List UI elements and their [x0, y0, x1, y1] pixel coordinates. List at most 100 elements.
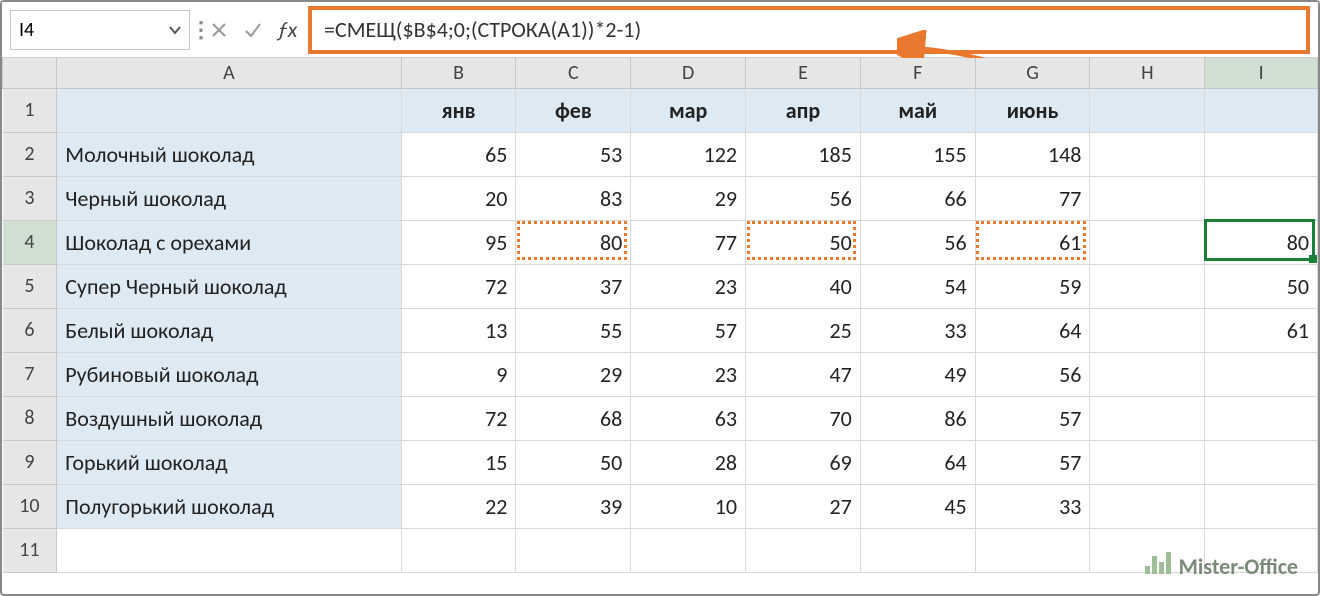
- cell-B3[interactable]: 20: [401, 176, 516, 220]
- cell-C6[interactable]: 55: [516, 308, 631, 352]
- column-header-I[interactable]: I: [1205, 58, 1318, 88]
- cell-B2[interactable]: 65: [401, 132, 516, 176]
- cell-I3[interactable]: [1205, 176, 1318, 220]
- cell-A11[interactable]: [57, 528, 401, 572]
- column-header-A[interactable]: A: [57, 58, 401, 88]
- cell-I7[interactable]: [1205, 352, 1318, 396]
- row-header-5[interactable]: 5: [3, 264, 57, 308]
- cell-C9[interactable]: 50: [516, 440, 631, 484]
- cell-F2[interactable]: 155: [860, 132, 975, 176]
- cell-G11[interactable]: [975, 528, 1090, 572]
- cell-B10[interactable]: 22: [401, 484, 516, 528]
- row-header-11[interactable]: 11: [3, 528, 57, 572]
- cell-C4[interactable]: 80: [516, 220, 631, 264]
- column-header-F[interactable]: F: [860, 58, 975, 88]
- cell-H4[interactable]: [1090, 220, 1205, 264]
- cell-G5[interactable]: 59: [975, 264, 1090, 308]
- cell-I8[interactable]: [1205, 396, 1318, 440]
- cell-F3[interactable]: 66: [860, 176, 975, 220]
- cell-D2[interactable]: 122: [631, 132, 746, 176]
- name-box-dropdown-icon[interactable]: [167, 22, 183, 38]
- row-header-7[interactable]: 7: [3, 352, 57, 396]
- cell-C1[interactable]: фев: [516, 88, 631, 132]
- cell-E3[interactable]: 56: [746, 176, 861, 220]
- cell-D1[interactable]: мар: [631, 88, 746, 132]
- cell-E2[interactable]: 185: [746, 132, 861, 176]
- cell-H10[interactable]: [1090, 484, 1205, 528]
- cell-D3[interactable]: 29: [631, 176, 746, 220]
- cell-D7[interactable]: 23: [631, 352, 746, 396]
- cell-H2[interactable]: [1090, 132, 1205, 176]
- cell-I4[interactable]: 80: [1205, 220, 1318, 264]
- cell-G3[interactable]: 77: [975, 176, 1090, 220]
- cell-I6[interactable]: 61: [1205, 308, 1318, 352]
- spreadsheet-grid[interactable]: ABCDEFGHI1янвфевмарапрмайиюнь2Молочный ш…: [2, 58, 1318, 573]
- row-header-4[interactable]: 4: [3, 220, 57, 264]
- cell-G2[interactable]: 148: [975, 132, 1090, 176]
- cell-A4[interactable]: Шоколад с орехами: [57, 220, 401, 264]
- cell-G8[interactable]: 57: [975, 396, 1090, 440]
- column-header-D[interactable]: D: [631, 58, 746, 88]
- cell-B7[interactable]: 9: [401, 352, 516, 396]
- row-header-6[interactable]: 6: [3, 308, 57, 352]
- cell-B6[interactable]: 13: [401, 308, 516, 352]
- cell-A5[interactable]: Супер Черный шоколад: [57, 264, 401, 308]
- cell-E5[interactable]: 40: [746, 264, 861, 308]
- column-header-H[interactable]: H: [1090, 58, 1205, 88]
- row-header-10[interactable]: 10: [3, 484, 57, 528]
- cell-E6[interactable]: 25: [746, 308, 861, 352]
- cell-E7[interactable]: 47: [746, 352, 861, 396]
- cell-D4[interactable]: 77: [631, 220, 746, 264]
- cell-G7[interactable]: 56: [975, 352, 1090, 396]
- cell-B5[interactable]: 72: [401, 264, 516, 308]
- row-header-2[interactable]: 2: [3, 132, 57, 176]
- cell-F7[interactable]: 49: [860, 352, 975, 396]
- cell-C8[interactable]: 68: [516, 396, 631, 440]
- cell-H7[interactable]: [1090, 352, 1205, 396]
- cell-A7[interactable]: Рубиновый шоколад: [57, 352, 401, 396]
- cell-E10[interactable]: 27: [746, 484, 861, 528]
- cell-E1[interactable]: апр: [746, 88, 861, 132]
- cell-I1[interactable]: [1205, 88, 1318, 132]
- cell-A2[interactable]: Молочный шоколад: [57, 132, 401, 176]
- cell-E8[interactable]: 70: [746, 396, 861, 440]
- cell-D6[interactable]: 57: [631, 308, 746, 352]
- column-header-G[interactable]: G: [975, 58, 1090, 88]
- cell-F9[interactable]: 64: [860, 440, 975, 484]
- cell-G1[interactable]: июнь: [975, 88, 1090, 132]
- cell-E4[interactable]: 50: [746, 220, 861, 264]
- cell-I2[interactable]: [1205, 132, 1318, 176]
- cell-A8[interactable]: Воздушный шоколад: [57, 396, 401, 440]
- cell-I9[interactable]: [1205, 440, 1318, 484]
- cancel-formula-button[interactable]: [202, 10, 236, 50]
- cell-H5[interactable]: [1090, 264, 1205, 308]
- cell-F10[interactable]: 45: [860, 484, 975, 528]
- cell-C10[interactable]: 39: [516, 484, 631, 528]
- cell-A3[interactable]: Черный шоколад: [57, 176, 401, 220]
- cell-A9[interactable]: Горький шоколад: [57, 440, 401, 484]
- cell-A1[interactable]: [57, 88, 401, 132]
- cell-E9[interactable]: 69: [746, 440, 861, 484]
- select-all-corner[interactable]: [3, 58, 57, 88]
- cell-B8[interactable]: 72: [401, 396, 516, 440]
- cell-C11[interactable]: [516, 528, 631, 572]
- cell-D8[interactable]: 63: [631, 396, 746, 440]
- row-header-3[interactable]: 3: [3, 176, 57, 220]
- cell-C3[interactable]: 83: [516, 176, 631, 220]
- cell-F5[interactable]: 54: [860, 264, 975, 308]
- cell-G10[interactable]: 33: [975, 484, 1090, 528]
- cell-B1[interactable]: янв: [401, 88, 516, 132]
- cell-C5[interactable]: 37: [516, 264, 631, 308]
- cell-G6[interactable]: 64: [975, 308, 1090, 352]
- cell-C2[interactable]: 53: [516, 132, 631, 176]
- cell-B9[interactable]: 15: [401, 440, 516, 484]
- cell-H6[interactable]: [1090, 308, 1205, 352]
- cell-I10[interactable]: [1205, 484, 1318, 528]
- cell-D5[interactable]: 23: [631, 264, 746, 308]
- column-header-E[interactable]: E: [746, 58, 861, 88]
- row-header-8[interactable]: 8: [3, 396, 57, 440]
- cell-G9[interactable]: 57: [975, 440, 1090, 484]
- name-box[interactable]: I4: [10, 10, 190, 50]
- cell-F1[interactable]: май: [860, 88, 975, 132]
- insert-function-button[interactable]: ƒx: [270, 10, 304, 50]
